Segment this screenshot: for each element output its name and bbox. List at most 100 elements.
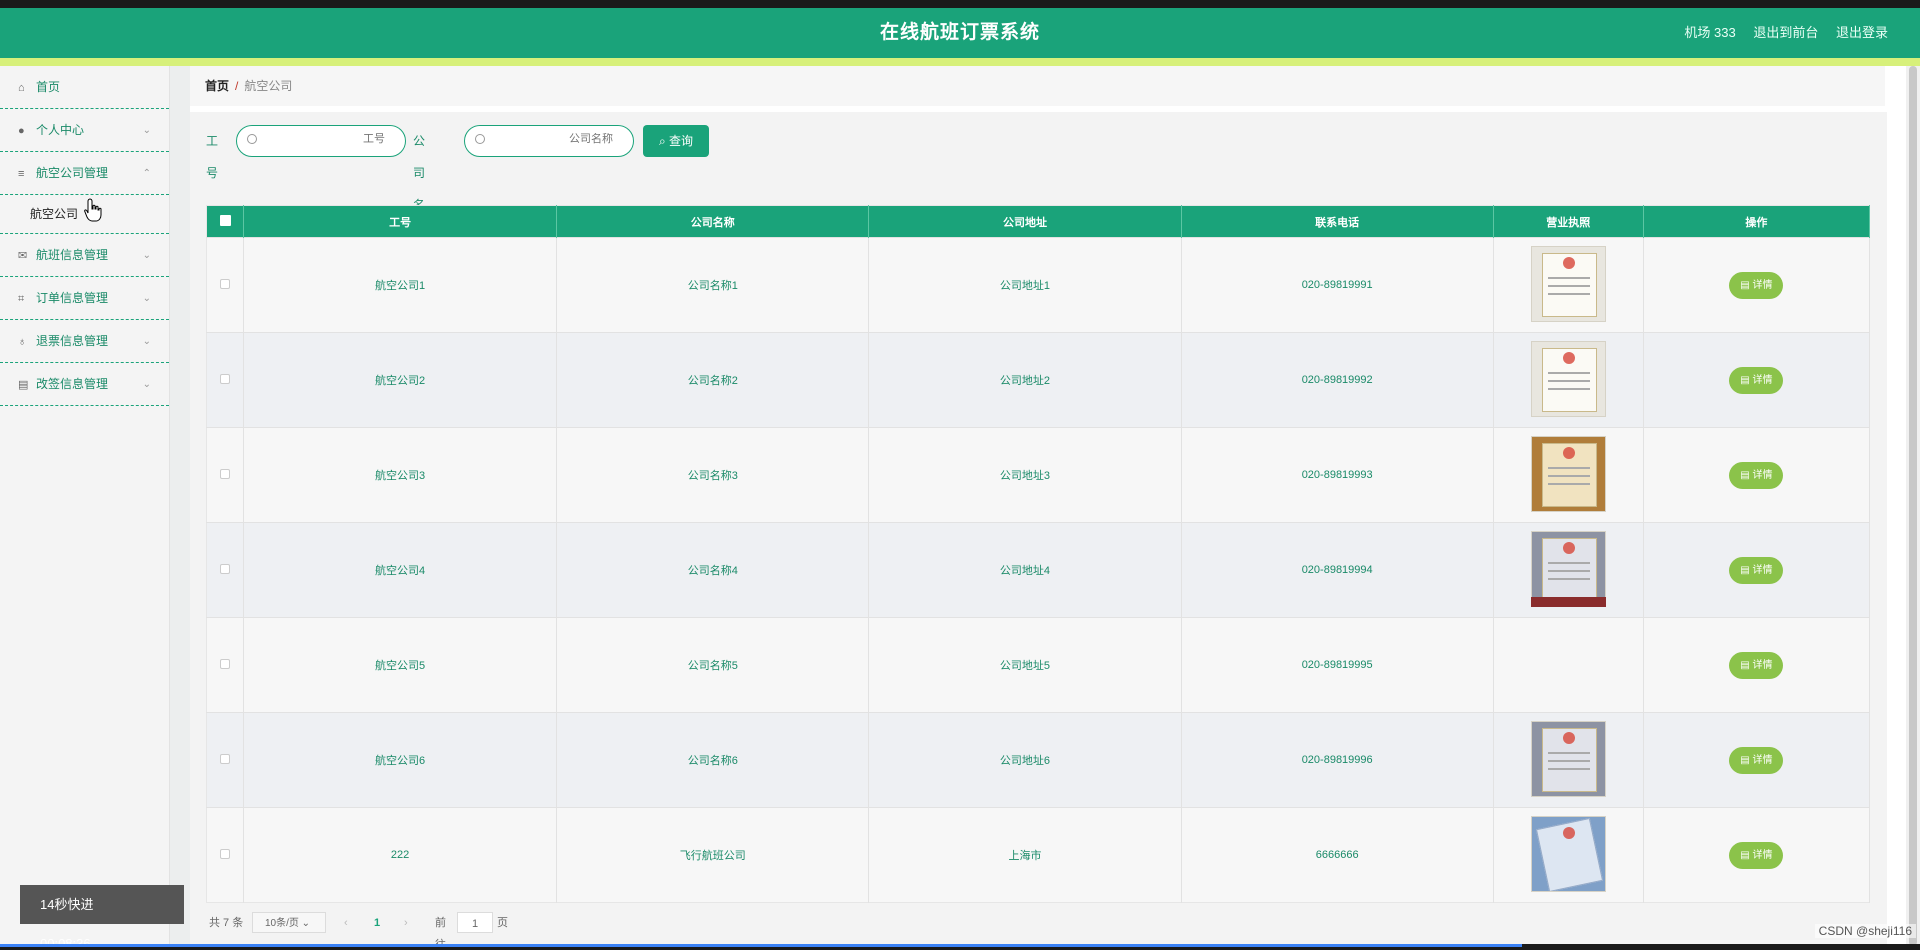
select-all-cell[interactable]: [206, 205, 245, 238]
crop-icon: ⌗: [18, 293, 25, 305]
license-thumbnail[interactable]: [1530, 340, 1606, 417]
chevron-up-icon: ⌃: [142, 168, 151, 179]
sidebar-item-change-mgmt[interactable]: ▤ 改签信息管理 ⌄: [0, 363, 169, 406]
row-select-cell[interactable]: [206, 522, 245, 618]
cell-phone: 6666666: [1181, 807, 1494, 903]
cell-actions: ▤ 详情: [1643, 617, 1871, 713]
license-thumbnail[interactable]: [1530, 245, 1606, 322]
detail-button[interactable]: ▤ 详情: [1729, 746, 1784, 774]
search-icon: [247, 134, 257, 144]
row-select-cell[interactable]: [206, 332, 245, 428]
back-to-front-link[interactable]: 退出到前台: [1753, 25, 1818, 40]
row-checkbox[interactable]: [220, 278, 230, 289]
sidebar-item-refund-mgmt[interactable]: ♁ 退票信息管理 ⌄: [0, 320, 169, 363]
row-checkbox[interactable]: [220, 753, 230, 764]
breadcrumb: 首页 / 航空公司: [190, 66, 1885, 106]
row-checkbox[interactable]: [220, 848, 230, 859]
row-checkbox[interactable]: [220, 658, 230, 669]
cell-name: 公司名称2: [556, 332, 870, 428]
logout-link[interactable]: 退出登录: [1836, 25, 1888, 40]
col-header-address: 公司地址: [868, 205, 1182, 238]
search-input-name-field[interactable]: [543, 133, 613, 145]
row-select-cell[interactable]: [206, 617, 245, 713]
detail-button[interactable]: ▤ 详情: [1729, 556, 1784, 584]
row-checkbox[interactable]: [220, 373, 230, 384]
sidebar-item-label: 退票信息管理: [36, 334, 109, 348]
col-header-name: 公司名称: [556, 205, 870, 238]
search-icon: [475, 134, 485, 144]
search-label-no: 工号: [206, 134, 219, 180]
cell-name: 飞行航班公司: [556, 807, 870, 903]
chevron-down-icon: ⌄: [142, 336, 151, 347]
search-input-no-field[interactable]: [315, 133, 385, 145]
vertical-scrollbar[interactable]: [1906, 66, 1920, 950]
license-thumbnail[interactable]: [1530, 720, 1606, 797]
detail-button[interactable]: ▤ 详情: [1729, 841, 1784, 869]
goto-unit: 页: [497, 917, 508, 929]
goto-page-input[interactable]: 1: [457, 912, 493, 933]
pagination-total: 共 7 条: [209, 917, 244, 929]
user-icon: ●: [18, 125, 25, 137]
cell-no: 航空公司1: [243, 237, 558, 333]
license-thumbnail[interactable]: [1530, 815, 1606, 892]
cell-actions: ▤ 详情: [1643, 712, 1871, 808]
detail-button[interactable]: ▤ 详情: [1729, 461, 1784, 489]
sidebar-item-label: 首页: [36, 80, 61, 94]
chevron-down-icon: ⌄: [142, 250, 151, 261]
cell-no: 航空公司5: [243, 617, 558, 713]
sidebar-item-order-mgmt[interactable]: ⌗ 订单信息管理 ⌄: [0, 277, 169, 320]
sidebar-item-home[interactable]: ⌂ 首页: [0, 66, 169, 109]
scrollbar-thumb[interactable]: [1909, 66, 1917, 946]
detail-button-label: 详情: [1752, 469, 1773, 481]
cell-no: 航空公司4: [243, 522, 558, 618]
row-checkbox[interactable]: [220, 563, 230, 574]
cell-address: 公司地址4: [868, 522, 1182, 618]
cell-name: 公司名称1: [556, 237, 870, 333]
detail-button[interactable]: ▤ 详情: [1729, 271, 1784, 299]
cell-actions: ▤ 详情: [1643, 237, 1871, 333]
table-row: 航空公司1 公司名称1 公司地址1 020-89819991 ▤ 详情: [206, 237, 1871, 333]
breadcrumb-home[interactable]: 首页: [205, 79, 229, 93]
prev-page-icon[interactable]: ‹: [344, 912, 348, 934]
detail-button[interactable]: ▤ 详情: [1729, 651, 1784, 679]
chevron-down-icon: ⌄: [142, 379, 151, 390]
row-select-cell[interactable]: [206, 237, 245, 333]
search-input-no[interactable]: [236, 125, 406, 157]
col-header-phone: 联系电话: [1181, 205, 1494, 238]
detail-button[interactable]: ▤ 详情: [1729, 366, 1784, 394]
row-select-cell[interactable]: [206, 712, 245, 808]
row-select-cell[interactable]: [206, 427, 245, 523]
license-thumbnail[interactable]: [1530, 597, 1606, 607]
next-page-icon[interactable]: ›: [404, 912, 408, 934]
header-actions: 机场 333 退出到前台 退出登录: [1670, 8, 1888, 58]
search-button[interactable]: ⌕ 查询: [643, 125, 709, 157]
mic-icon: ♁: [18, 336, 27, 348]
sidebar-item-profile[interactable]: ● 个人中心 ⌄: [0, 109, 169, 152]
page-size-select[interactable]: 10条/页 ⌄: [252, 912, 326, 933]
select-all-checkbox[interactable]: [219, 214, 231, 226]
table-row: 航空公司5 公司名称5 公司地址5 020-89819995 ▤ 详情: [206, 597, 1871, 713]
app-title: 在线航班订票系统: [879, 22, 1040, 43]
cell-address: 公司地址1: [868, 237, 1182, 333]
license-thumbnail[interactable]: [1530, 435, 1606, 512]
license-thumbnail[interactable]: [1530, 530, 1606, 607]
row-checkbox[interactable]: [220, 468, 230, 479]
cell-name: 公司名称4: [556, 522, 870, 618]
chevron-down-icon: ⌄: [142, 293, 151, 304]
sidebar-item-airline-mgmt[interactable]: ≡ 航空公司管理 ⌃: [0, 152, 169, 195]
breadcrumb-separator: /: [235, 79, 239, 93]
current-user[interactable]: 机场 333: [1684, 25, 1735, 40]
video-progress-bar[interactable]: [0, 944, 1522, 947]
cell-phone: 020-89819995: [1181, 617, 1494, 713]
sidebar-item-flight-mgmt[interactable]: ✉ 航班信息管理 ⌄: [0, 234, 169, 277]
cell-address: 公司地址3: [868, 427, 1182, 523]
home-icon: ⌂: [18, 82, 25, 94]
row-select-cell[interactable]: [206, 807, 245, 903]
search-input-name[interactable]: [464, 125, 634, 157]
cell-address: 公司地址5: [868, 617, 1182, 713]
page-number[interactable]: 1: [374, 912, 380, 934]
sidebar-item-label: 航空公司管理: [36, 166, 109, 180]
table-row: 222 飞行航班公司 上海市 6666666 ▤ 详情: [206, 807, 1871, 903]
fast-forward-overlay: 14秒快进00:08:36: [20, 885, 184, 950]
top-strip: [0, 0, 1920, 8]
